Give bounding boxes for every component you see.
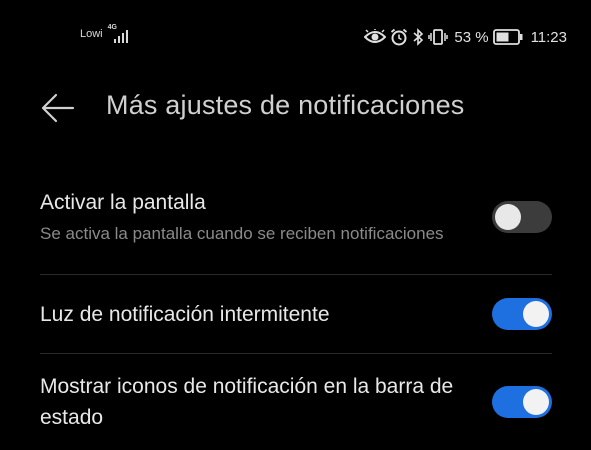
carrier-info: Lowi 4G <box>80 24 128 44</box>
toggle-knob <box>523 301 549 327</box>
page-title: Más ajustes de notificaciones <box>106 90 465 120</box>
setting-title: Activar la pantalla <box>40 190 206 214</box>
battery-icon <box>492 29 523 45</box>
eye-comfort-icon <box>364 29 387 45</box>
carrier-name: Lowi <box>80 28 103 40</box>
notification-light-toggle[interactable] <box>492 298 552 330</box>
setting-title: Mostrar iconos de notificación en la bar… <box>40 375 454 429</box>
setting-description: Se activa la pantalla cuando se reciben … <box>40 223 444 243</box>
toggle-knob <box>495 204 521 230</box>
alarm-icon <box>390 28 408 46</box>
status-bar: Lowi 4G 53 % 11:23 <box>0 0 591 74</box>
app-header: Más ajustes de notificaciones <box>0 74 591 144</box>
clock: 11:23 <box>530 28 567 46</box>
setting-title: Luz de notificación intermitente <box>40 302 330 326</box>
battery-percent: 53 % <box>454 28 489 46</box>
setting-notification-light[interactable]: Luz de notificación intermitente <box>40 274 552 353</box>
setting-wake-screen[interactable]: Activar la pantalla Se activa la pantall… <box>40 160 552 274</box>
setting-text: Luz de notificación intermitente <box>40 299 460 330</box>
back-button[interactable] <box>38 88 78 128</box>
setting-text: Mostrar iconos de notificación en la bar… <box>40 371 460 433</box>
settings-list: Activar la pantalla Se activa la pantall… <box>40 160 552 450</box>
vibrate-icon <box>428 28 449 46</box>
signal-icon: 4G <box>106 24 128 44</box>
status-bar-icons-toggle[interactable] <box>492 386 552 418</box>
bluetooth-icon <box>412 28 424 46</box>
arrow-left-icon <box>41 93 75 123</box>
toggle-knob <box>523 389 549 415</box>
setting-text: Activar la pantalla Se activa la pantall… <box>40 187 460 248</box>
wake-screen-toggle[interactable] <box>492 201 552 233</box>
setting-status-bar-icons[interactable]: Mostrar iconos de notificación en la bar… <box>40 353 552 450</box>
status-icons: 53 % 11:23 <box>364 22 567 52</box>
